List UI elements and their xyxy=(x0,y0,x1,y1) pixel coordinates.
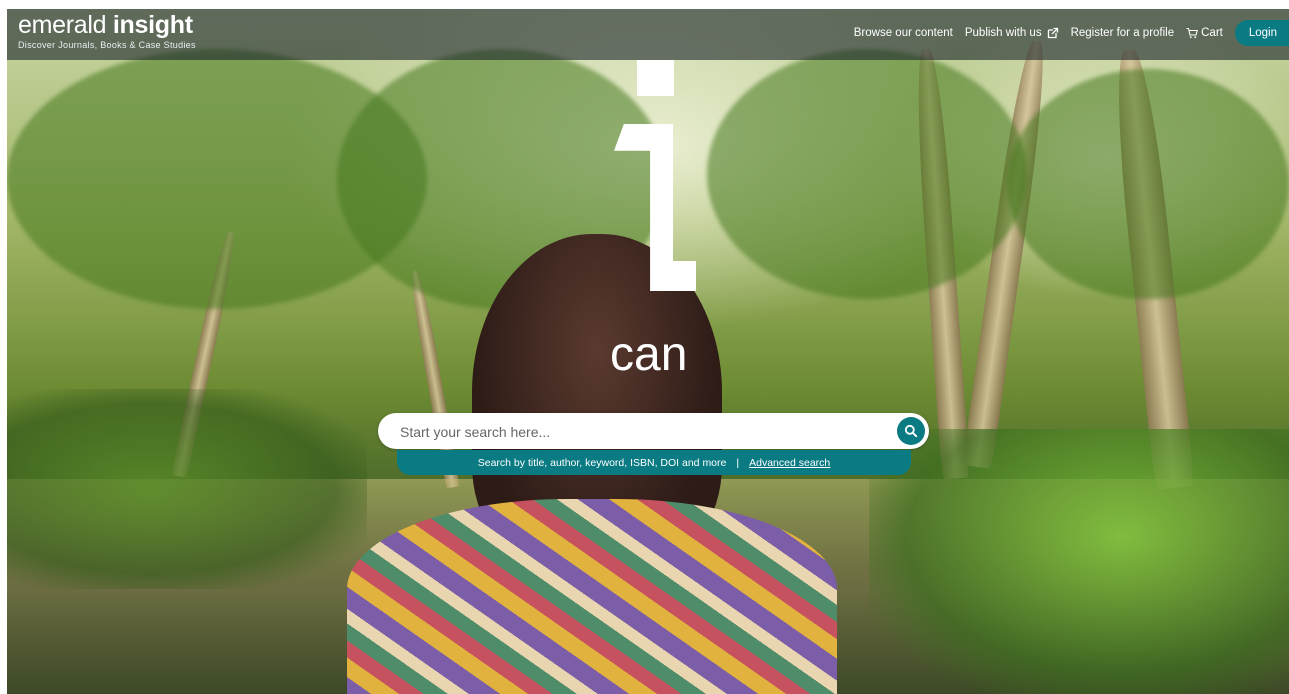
external-link-icon xyxy=(1047,27,1058,39)
nav-register-label: Register for a profile xyxy=(1070,27,1175,39)
brand-i-mark-dot xyxy=(637,60,674,96)
page-frame: can emerald insight Discover Journals, B… xyxy=(7,9,1289,694)
brand-logo[interactable]: emerald insight Discover Journals, Books… xyxy=(18,10,196,51)
search-input[interactable] xyxy=(398,413,882,451)
search-button[interactable] xyxy=(897,417,925,445)
search-icon xyxy=(904,424,918,438)
palm-fronds xyxy=(707,49,1027,299)
hero-headline: can xyxy=(610,328,688,381)
advanced-search-link[interactable]: Advanced search xyxy=(749,457,830,469)
brand-wordmark: emerald insight xyxy=(18,10,196,40)
nav-browse-label: Browse our content xyxy=(853,27,953,39)
search-hint-text: Search by title, author, keyword, ISBN, … xyxy=(477,456,727,469)
brand-name-bold: insight xyxy=(112,11,193,39)
nav-register-profile[interactable]: Register for a profile xyxy=(1071,27,1175,39)
nav-browse-content[interactable]: Browse our content xyxy=(854,27,953,39)
person-patterned-shirt xyxy=(347,499,837,694)
brand-tagline: Discover Journals, Books & Case Studies xyxy=(18,40,196,50)
hint-separator: | xyxy=(736,456,740,469)
nav-cart-label: Cart xyxy=(1201,27,1223,39)
nav-publish-label: Publish with us xyxy=(964,27,1042,39)
nav-cart[interactable]: Cart xyxy=(1186,27,1223,39)
login-button[interactable]: Login xyxy=(1234,20,1289,46)
brand-name-light: emerald xyxy=(18,11,107,39)
nav-publish-with-us[interactable]: Publish with us xyxy=(965,27,1059,39)
palm-fronds xyxy=(1007,69,1289,299)
search-hint-bar: Search by title, author, keyword, ISBN, … xyxy=(397,450,911,475)
top-nav: Browse our content Publish with us Regis… xyxy=(854,19,1289,47)
search-bar xyxy=(378,413,929,451)
cart-icon xyxy=(1186,27,1199,39)
foliage-right xyxy=(869,429,1289,694)
site-header: emerald insight Discover Journals, Books… xyxy=(7,9,1289,60)
foliage-left xyxy=(7,389,367,589)
